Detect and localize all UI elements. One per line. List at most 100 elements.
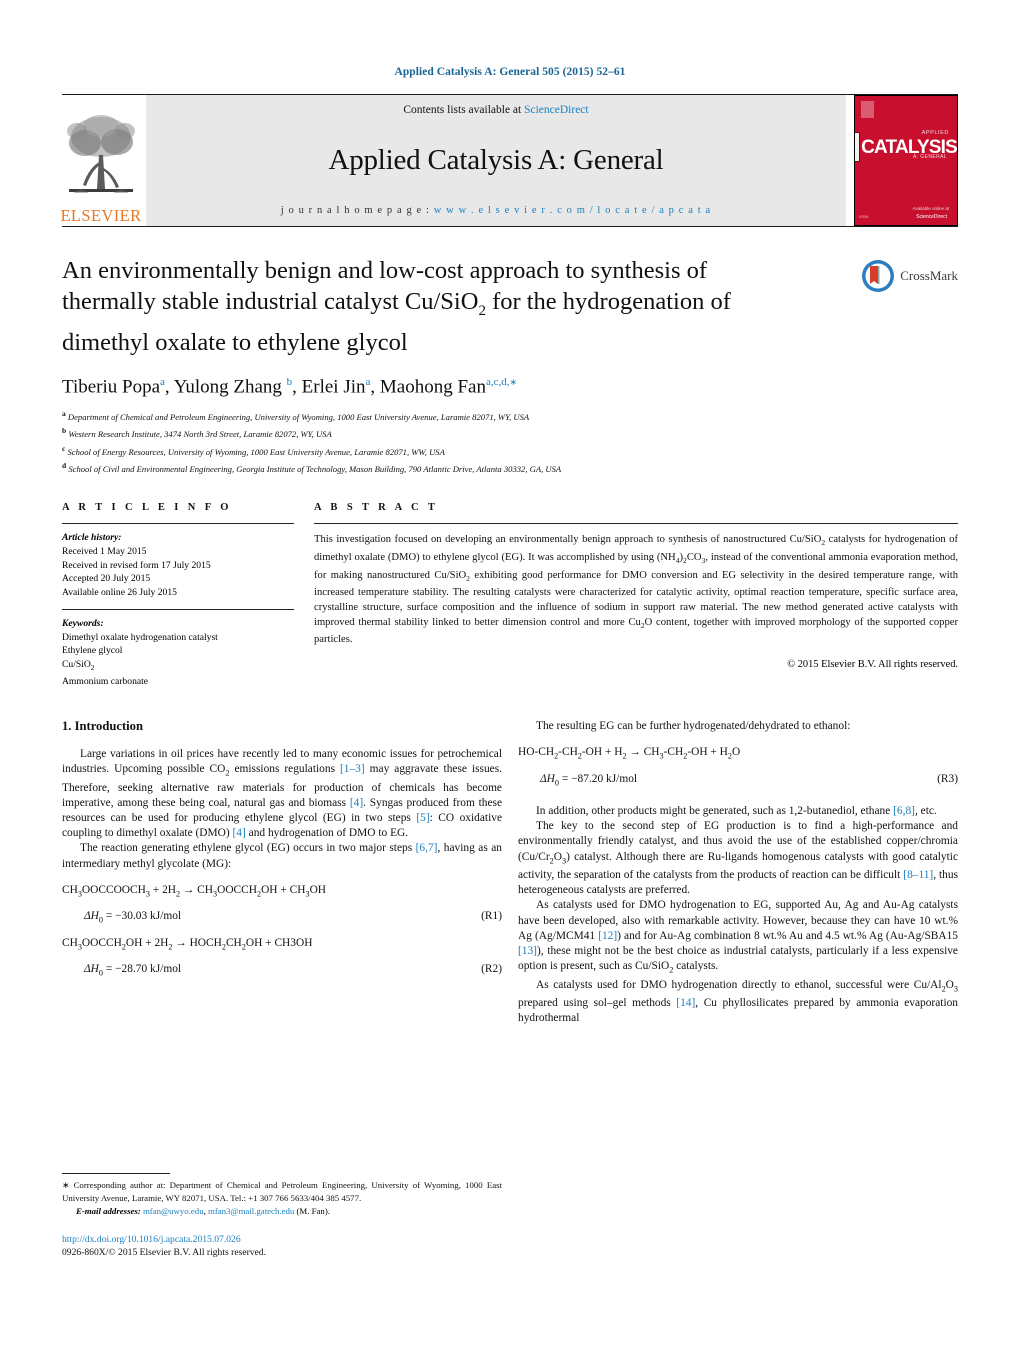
- cover-subscript-label: A: GENERAL: [912, 154, 947, 160]
- abstract-column: A B S T R A C T This investigation focus…: [314, 502, 958, 689]
- article-info-column: A R T I C L E I N F O Article history: R…: [62, 502, 294, 689]
- email-suffix: (M. Fan).: [296, 1206, 330, 1217]
- masthead-bottom-rule: [62, 226, 958, 227]
- contents-list-line: Contents lists available at ScienceDirec…: [403, 104, 588, 116]
- equation-reaction-r3: HO-CH2-CH2-OH + H2 → CH3-CH2-OH + H2O: [518, 746, 741, 761]
- equation-enthalpy-r3: ΔH0 = −87.20 kJ/mol (R3): [540, 772, 958, 787]
- journal-masthead: ELSEVIER Contents lists available at Sci…: [60, 94, 958, 226]
- paper-page: Applied Catalysis A: General 505 (2015) …: [0, 0, 1020, 1351]
- homepage-url-link[interactable]: w w w . e l s e v i e r . c o m / l o c …: [434, 205, 711, 216]
- corresponding-author-note: ∗ Corresponding author at: Department of…: [62, 1179, 502, 1204]
- affiliation-item: b Western Research Institute, 3474 North…: [62, 424, 958, 441]
- affiliation-item: d School of Civil and Environmental Engi…: [62, 459, 958, 476]
- history-item: Accepted 20 July 2015: [62, 573, 151, 585]
- doi-block: http://dx.doi.org/10.1016/j.apcata.2015.…: [62, 1233, 502, 1259]
- footnote-region: ∗ Corresponding author at: Department of…: [62, 1173, 502, 1259]
- author-name: Maohong Fan: [379, 376, 486, 398]
- body-columns: 1. Introduction Large variations in oil …: [62, 719, 958, 1259]
- paragraph: As catalysts used for DMO hydrogenation …: [518, 978, 958, 1025]
- body-column-right: The resulting EG can be further hydrogen…: [518, 719, 958, 1259]
- email-link-1[interactable]: mfan@uwyo.edu: [143, 1206, 204, 1216]
- equation-enthalpy-r1: ΔH0 = −30.03 kJ/mol (R1): [84, 910, 502, 925]
- author-name: Erlei Jin: [301, 376, 366, 398]
- section-heading-introduction: 1. Introduction: [62, 718, 143, 733]
- cover-elsevier-icon: [861, 101, 874, 118]
- citation-ref[interactable]: [4]: [233, 827, 246, 839]
- article-history-block: Article history: Received 1 May 2015 Rec…: [62, 524, 294, 608]
- affiliation-mark: c: [62, 443, 66, 453]
- author-affil-marks[interactable]: a,c,d,∗: [486, 376, 517, 388]
- affiliation-mark: d: [62, 461, 67, 471]
- history-item: Available online 26 July 2015: [62, 587, 177, 599]
- citation-ref[interactable]: [6,7]: [416, 842, 438, 854]
- email-note: E-mail addresses: mfan@uwyo.edu, mfan3@m…: [76, 1206, 330, 1217]
- elsevier-tree-icon: [67, 114, 135, 193]
- cover-swatch-icon: [855, 132, 861, 162]
- title-area: An environmentally benign and low-cost a…: [62, 255, 958, 476]
- footnote-rule: [62, 1173, 170, 1175]
- affiliation-text: Western Research Institute, 3474 North 3…: [68, 429, 332, 440]
- keywords-block: Keywords: Dimethyl oxalate hydrogenation…: [62, 610, 294, 689]
- paragraph: The key to the second step of EG product…: [518, 820, 959, 897]
- keywords-label: Keywords:: [62, 617, 104, 629]
- author-affil-marks[interactable]: b: [287, 376, 293, 388]
- equation-number: (R1): [481, 910, 502, 923]
- abstract-copyright: © 2015 Elsevier B.V. All rights reserved…: [787, 658, 958, 670]
- sciencedirect-link[interactable]: ScienceDirect: [524, 104, 589, 116]
- citation-ref[interactable]: [4]: [350, 797, 363, 809]
- affiliation-text: School of Civil and Environmental Engine…: [68, 463, 562, 474]
- article-info-heading: A R T I C L E I N F O: [62, 502, 232, 514]
- journal-homepage-line: j o u r n a l h o m e p a g e : w w w . …: [281, 205, 711, 216]
- crossmark-badge[interactable]: CrossMark: [861, 259, 958, 293]
- email-label: E-mail addresses:: [76, 1206, 141, 1217]
- crossmark-label: CrossMark: [900, 268, 958, 283]
- paragraph: In addition, other products might be gen…: [536, 804, 937, 817]
- corresponding-author-text: Corresponding author at: Department of C…: [62, 1180, 502, 1203]
- citation-ref[interactable]: [6,8]: [893, 805, 915, 817]
- abstract-text: This investigation focused on developing…: [314, 534, 958, 646]
- elsevier-logo: ELSEVIER: [60, 95, 142, 226]
- author-name: Tiberiu Popa: [62, 376, 161, 398]
- issn-copyright: 0926-860X/© 2015 Elsevier B.V. All right…: [62, 1246, 267, 1258]
- citation-ref[interactable]: [14]: [676, 997, 695, 1009]
- info-abstract-region: A R T I C L E I N F O Article history: R…: [62, 502, 958, 689]
- history-item: Received 1 May 2015: [62, 546, 147, 558]
- equation-number: (R3): [937, 772, 958, 785]
- cover-footer-text: Available online at: [912, 206, 949, 212]
- abstract-heading: A B S T R A C T: [314, 502, 439, 514]
- journal-band: Contents lists available at ScienceDirec…: [146, 95, 846, 226]
- equation-reaction-r1: CH3OOCCOOCH3 + 2H2 → CH3OOCCH2OH + CH3OH: [62, 883, 327, 899]
- running-head: Applied Catalysis A: General 505 (2015) …: [394, 66, 626, 78]
- affiliation-item: a Department of Chemical and Petroleum E…: [62, 407, 958, 424]
- equation-number: (R2): [481, 963, 502, 976]
- email-link-2[interactable]: mfan3@mail.gatech.edu: [208, 1206, 294, 1216]
- keyword-item: Dimethyl oxalate hydrogenation catalyst: [62, 631, 218, 643]
- equation-enthalpy-r2: ΔH0 = −28.70 kJ/mol (R2): [84, 963, 502, 978]
- affiliation-mark: a: [62, 409, 66, 419]
- journal-title: Applied Catalysis A: General: [328, 144, 664, 176]
- author-name: Yulong Zhang: [173, 376, 282, 398]
- elsevier-wordmark: ELSEVIER: [60, 205, 142, 225]
- citation-ref[interactable]: [5]: [416, 812, 429, 824]
- contents-prefix: Contents lists available at: [403, 104, 525, 116]
- doi-link[interactable]: http://dx.doi.org/10.1016/j.apcata.2015.…: [62, 1233, 502, 1246]
- citation-ref[interactable]: [8–11]: [903, 869, 933, 881]
- crossmark-icon: [862, 260, 895, 292]
- body-column-left: 1. Introduction Large variations in oil …: [62, 719, 502, 1259]
- citation-ref[interactable]: [13]: [518, 945, 537, 957]
- equation-reaction-r2: CH3OOCCH2OH + 2H2 → HOCH2CH2OH + CH3OH: [62, 936, 313, 951]
- affiliation-mark: b: [62, 426, 67, 436]
- citation-ref[interactable]: [1–3]: [340, 763, 365, 775]
- citation-ref[interactable]: [12]: [598, 930, 617, 942]
- affiliation-list: a Department of Chemical and Petroleum E…: [62, 407, 958, 476]
- footnote-star: ∗: [62, 1180, 70, 1191]
- cover-sciencedirect-mark: ScienceDirect: [916, 214, 947, 220]
- keyword-item: Ethylene glycol: [62, 645, 123, 657]
- author-affil-marks[interactable]: a: [366, 376, 371, 388]
- keyword-item: Cu/SiO2: [62, 658, 95, 672]
- journal-cover-thumbnail[interactable]: CATALYSIS APPLIED A: GENERAL Available o…: [854, 95, 958, 226]
- cover-issn-tiny: ISSN: [859, 214, 869, 219]
- affiliation-item: c School of Energy Resources, University…: [62, 442, 958, 459]
- paragraph: As catalysts used for DMO hydrogenation …: [518, 899, 958, 975]
- author-affil-marks[interactable]: a: [160, 376, 165, 388]
